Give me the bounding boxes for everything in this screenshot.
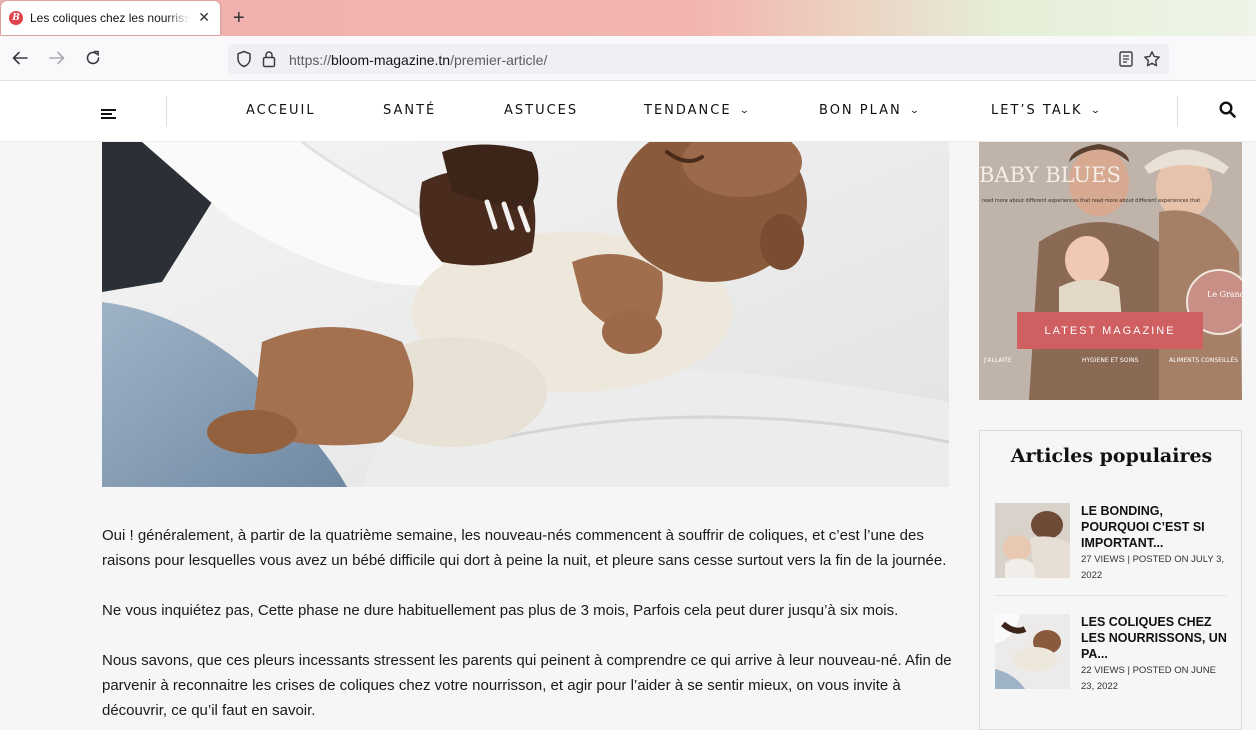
- popular-article-meta: 27 VIEWS | POSTED ON JULY 3, 2022: [1081, 554, 1225, 581]
- popular-article-title[interactable]: LES COLIQUES CHEZ LES NOURRISSONS, UN PA…: [1081, 614, 1231, 662]
- header-divider: [166, 96, 167, 127]
- nav-item-astuces[interactable]: ASTUCES: [504, 103, 578, 118]
- address-bar[interactable]: https://bloom-magazine.tn/premier-articl…: [228, 44, 1169, 74]
- browser-tab-active[interactable]: B Les coliques chez les nourrissons, un …: [1, 1, 220, 35]
- lock-icon[interactable]: [262, 50, 276, 73]
- url-text[interactable]: https://bloom-magazine.tn/premier-articl…: [289, 52, 547, 68]
- nav-item-bon-plan[interactable]: BON PLAN ⌄: [819, 103, 920, 118]
- chevron-down-icon: ⌄: [1089, 106, 1103, 116]
- reader-view-icon[interactable]: [1119, 51, 1133, 72]
- magazine-cover-section: J'ALLAITE: [983, 357, 1012, 364]
- new-tab-icon[interactable]: +: [233, 8, 245, 28]
- magazine-cover-section: HYGIENE ET SOINS: [1082, 357, 1139, 364]
- magazine-cover-blurb: read more about different experiences th…: [982, 198, 1200, 204]
- site-favicon-icon: B: [9, 11, 23, 25]
- tab-title: Les coliques chez les nourrissons, un pa…: [30, 11, 190, 25]
- search-icon[interactable]: [1219, 101, 1236, 123]
- magazine-cover-title: BABY BLUES: [979, 163, 1121, 187]
- popular-articles-widget: Articles populaires LE BONDING, POURQUOI…: [979, 430, 1242, 730]
- item-divider: [995, 595, 1227, 596]
- popular-article-title[interactable]: LE BONDING, POURQUOI C’EST SI IMPORTANT.…: [1081, 503, 1231, 551]
- magazine-cover-section: ALIMENTS CONSEILLÉS: [1169, 356, 1238, 364]
- popular-articles-heading: Articles populaires: [1010, 445, 1213, 467]
- bookmark-star-icon[interactable]: [1143, 50, 1161, 73]
- article-paragraph: Oui ! généralement, à partir de la quatr…: [102, 527, 947, 569]
- article-thumbnail[interactable]: [995, 503, 1070, 578]
- forward-arrow-icon[interactable]: [47, 48, 67, 68]
- back-arrow-icon[interactable]: [10, 48, 30, 68]
- nav-item-acceuil[interactable]: ACCEUIL: [246, 103, 316, 118]
- close-tab-icon[interactable]: ✕: [198, 10, 210, 24]
- magazine-badge-text: Le Grand jeu Concours page 35: [1207, 290, 1242, 299]
- article-paragraph: Nous savons, que ces pleurs incessants s…: [102, 652, 952, 719]
- site-header: ACCEUIL SANTÉ ASTUCES TENDANCE ⌄ BON PLAN…: [0, 81, 1256, 142]
- chevron-down-icon: ⌄: [908, 106, 923, 116]
- browser-tab-strip: B Les coliques chez les nourrissons, un …: [0, 0, 1256, 36]
- nav-item-lets-talk[interactable]: LET’S TALK ⌄: [991, 103, 1101, 118]
- article-thumbnail[interactable]: [995, 614, 1070, 689]
- popular-article-meta: 22 VIEWS | POSTED ON JUNE 23, 2022: [1081, 665, 1216, 692]
- chevron-down-icon: ⌄: [738, 106, 753, 116]
- hamburger-menu-icon[interactable]: [101, 109, 116, 121]
- latest-magazine-cover[interactable]: Le Grand jeu Concours page 35 BABY BLUES…: [979, 142, 1242, 400]
- browser-toolbar: https://bloom-magazine.tn/premier-articl…: [0, 36, 1256, 81]
- tracking-shield-icon[interactable]: [236, 50, 252, 73]
- latest-magazine-button[interactable]: LATEST MAGAZINE: [1017, 312, 1203, 349]
- nav-item-tendance[interactable]: TENDANCE ⌄: [644, 103, 750, 118]
- nav-item-sante[interactable]: SANTÉ: [383, 103, 436, 118]
- article-paragraph: Ne vous inquiétez pas, Cette phase ne du…: [102, 602, 899, 619]
- reload-icon[interactable]: [83, 48, 103, 68]
- header-divider: [1177, 96, 1178, 127]
- article-hero-image: [102, 142, 949, 487]
